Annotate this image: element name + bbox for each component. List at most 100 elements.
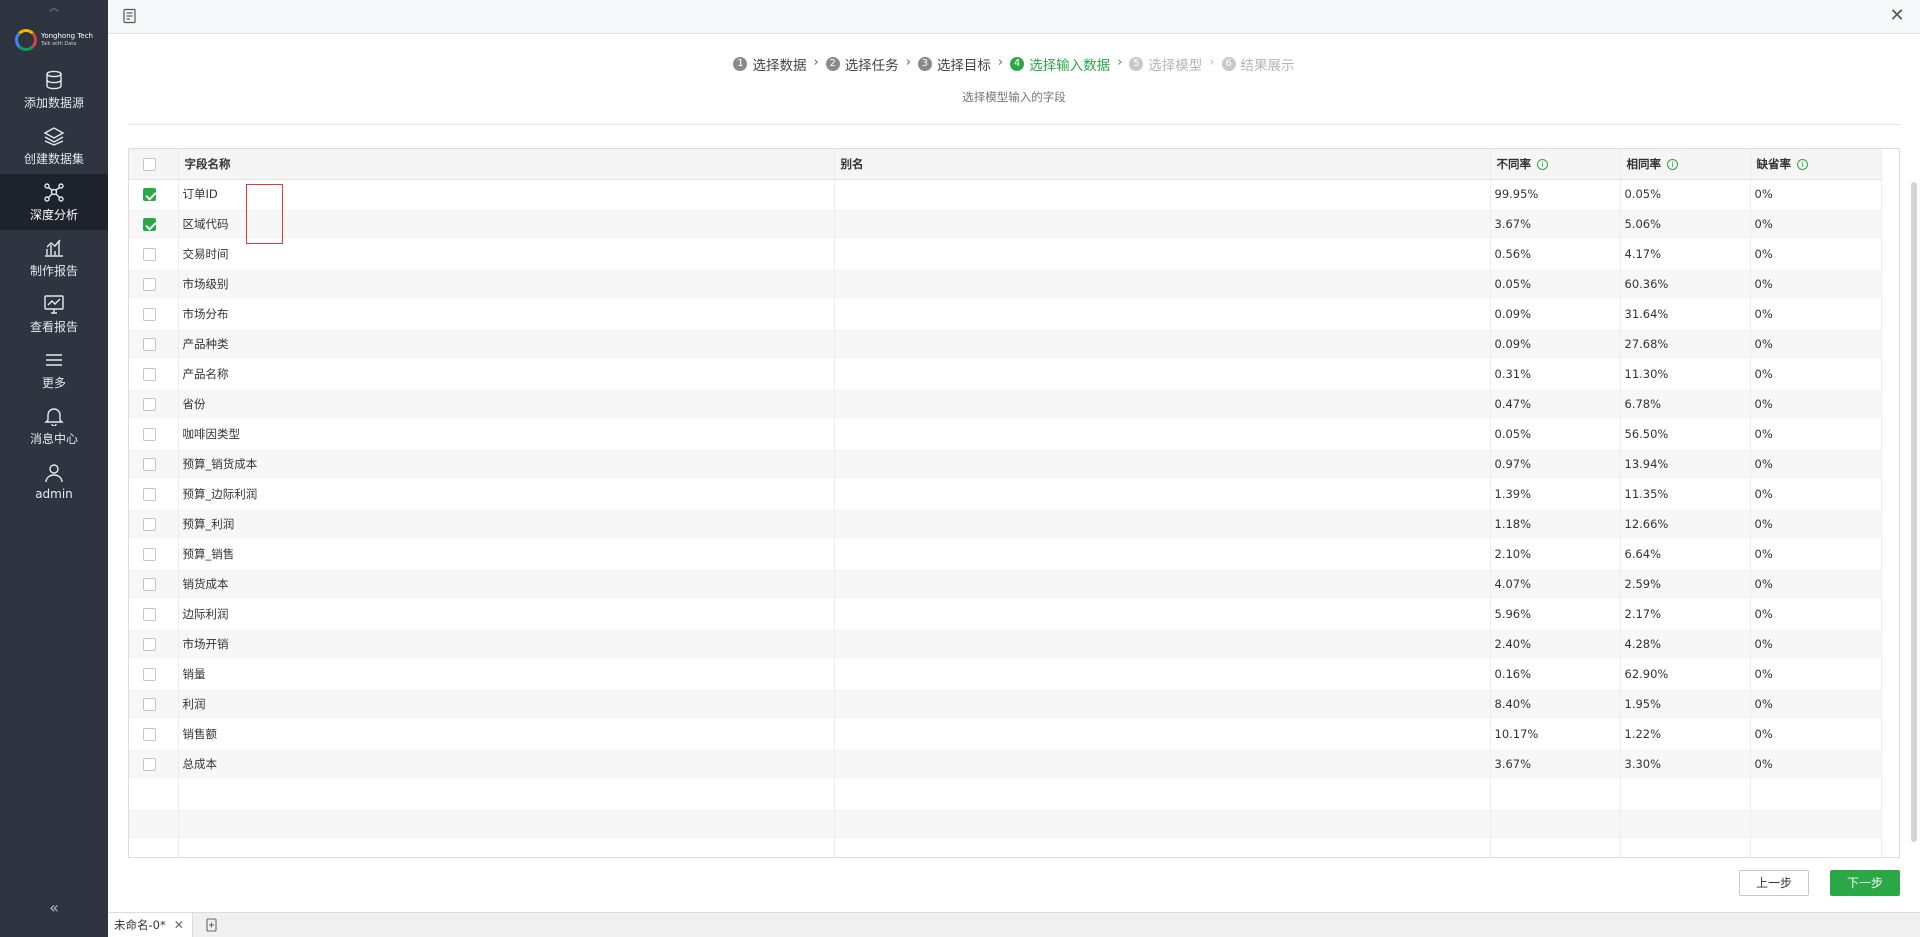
alias-cell[interactable]	[834, 329, 1491, 359]
document-icon[interactable]	[122, 8, 138, 24]
alias-cell[interactable]	[834, 629, 1491, 659]
alias-cell[interactable]	[834, 179, 1491, 209]
row-checkbox[interactable]	[143, 338, 156, 351]
info-icon[interactable]: i	[1797, 158, 1808, 170]
row-checkbox[interactable]	[143, 218, 156, 231]
table-row[interactable]: 预算_销售 2.10% 6.64% 0%	[129, 539, 1882, 569]
row-checkbox-cell[interactable]	[129, 449, 179, 479]
table-row[interactable]: 市场分布 0.09% 31.64% 0%	[129, 299, 1882, 329]
alias-cell[interactable]	[834, 419, 1491, 449]
table-row[interactable]: 市场开销 2.40% 4.28% 0%	[129, 629, 1882, 659]
alias-cell[interactable]	[834, 239, 1491, 269]
sidebar-item-4[interactable]: 查看报告	[0, 286, 108, 342]
row-checkbox-cell[interactable]	[129, 269, 179, 299]
row-checkbox[interactable]	[143, 278, 156, 291]
row-checkbox[interactable]	[143, 308, 156, 321]
table-row[interactable]: 总成本 3.67% 3.30% 0%	[129, 749, 1882, 779]
row-checkbox-cell[interactable]	[129, 659, 179, 689]
row-checkbox[interactable]	[143, 368, 156, 381]
row-checkbox[interactable]	[143, 668, 156, 681]
alias-cell[interactable]	[834, 569, 1491, 599]
row-checkbox-cell[interactable]	[129, 329, 179, 359]
sidebar-item-7[interactable]: admin	[0, 454, 108, 510]
table-row[interactable]: 咖啡因类型 0.05% 56.50% 0%	[129, 419, 1882, 449]
alias-cell[interactable]	[834, 749, 1491, 779]
sidebar-collapse-icon[interactable]: «	[0, 898, 108, 917]
sidebar-item-0[interactable]: 添加数据源	[0, 62, 108, 118]
table-row[interactable]: 预算_销货成本 0.97% 13.94% 0%	[129, 449, 1882, 479]
row-checkbox-cell[interactable]	[129, 179, 179, 209]
table-row[interactable]: 订单ID 99.95% 0.05% 0%	[129, 179, 1882, 209]
row-checkbox[interactable]	[143, 698, 156, 711]
row-checkbox-cell[interactable]	[129, 479, 179, 509]
document-tab[interactable]: 未命名-0* ✕	[108, 913, 193, 937]
step-5[interactable]: 5 选择模型	[1129, 54, 1202, 74]
row-checkbox[interactable]	[143, 428, 156, 441]
table-row[interactable]: 产品名称 0.31% 11.30% 0%	[129, 359, 1882, 389]
row-checkbox[interactable]	[143, 638, 156, 651]
step-2[interactable]: 2 选择任务	[825, 54, 899, 74]
row-checkbox[interactable]	[143, 608, 156, 621]
row-checkbox[interactable]	[143, 578, 156, 591]
row-checkbox-cell[interactable]	[129, 719, 179, 749]
row-checkbox[interactable]	[143, 188, 156, 202]
table-row[interactable]: 市场级别 0.05% 60.36% 0%	[129, 269, 1882, 299]
row-checkbox-cell[interactable]	[129, 689, 179, 719]
row-checkbox-cell[interactable]	[129, 569, 179, 599]
prev-step-button[interactable]: 上一步	[1739, 870, 1809, 896]
alias-cell[interactable]	[834, 659, 1491, 689]
close-button[interactable]: ✕	[1888, 7, 1906, 25]
select-all-cell[interactable]	[129, 149, 179, 180]
info-icon[interactable]: i	[1667, 158, 1678, 170]
sidebar-item-5[interactable]: 更多	[0, 342, 108, 398]
step-3[interactable]: 3 选择目标	[917, 54, 991, 74]
row-checkbox-cell[interactable]	[129, 599, 179, 629]
alias-cell[interactable]	[834, 479, 1491, 509]
table-row[interactable]: 销售额 10.17% 1.22% 0%	[129, 719, 1882, 749]
alias-cell[interactable]	[834, 719, 1491, 749]
row-checkbox[interactable]	[143, 548, 156, 561]
row-checkbox-cell[interactable]	[129, 419, 179, 449]
row-checkbox-cell[interactable]	[129, 239, 179, 269]
sidebar-item-2[interactable]: 深度分析	[0, 174, 108, 230]
step-1[interactable]: 1 选择数据	[733, 54, 806, 74]
alias-cell[interactable]	[834, 539, 1491, 569]
row-checkbox-cell[interactable]	[129, 509, 179, 539]
row-checkbox[interactable]	[143, 758, 156, 771]
row-checkbox-cell[interactable]	[129, 389, 179, 419]
sidebar-item-3[interactable]: 制作报告	[0, 230, 108, 286]
row-checkbox-cell[interactable]	[129, 299, 179, 329]
table-row[interactable]: 利润 8.40% 1.95% 0%	[129, 689, 1882, 719]
row-checkbox-cell[interactable]	[129, 539, 179, 569]
row-checkbox[interactable]	[143, 398, 156, 411]
row-checkbox-cell[interactable]	[129, 359, 179, 389]
row-checkbox[interactable]	[143, 458, 156, 471]
alias-cell[interactable]	[834, 209, 1491, 239]
sidebar-item-6[interactable]: 消息中心	[0, 398, 108, 454]
info-icon[interactable]: i	[1537, 158, 1548, 170]
table-row[interactable]: 预算_边际利润 1.39% 11.35% 0%	[129, 479, 1882, 509]
alias-cell[interactable]	[834, 509, 1491, 539]
table-row[interactable]: 省份 0.47% 6.78% 0%	[129, 389, 1882, 419]
step-4[interactable]: 4 选择输入数据	[1010, 54, 1110, 74]
row-checkbox[interactable]	[143, 248, 156, 261]
row-checkbox[interactable]	[143, 488, 156, 501]
table-row[interactable]: 销量 0.16% 62.90% 0%	[129, 659, 1882, 689]
alias-cell[interactable]	[834, 599, 1491, 629]
table-row[interactable]: 预算_利润 1.18% 12.66% 0%	[129, 509, 1882, 539]
step-6[interactable]: 6 结果展示	[1221, 54, 1295, 74]
next-step-button[interactable]: 下一步	[1830, 870, 1900, 896]
row-checkbox-cell[interactable]	[129, 749, 179, 779]
new-tab-icon[interactable]	[201, 914, 223, 936]
alias-cell[interactable]	[834, 449, 1491, 479]
alias-cell[interactable]	[834, 389, 1491, 419]
alias-cell[interactable]	[834, 299, 1491, 329]
sidebar-scroll-up-icon[interactable]: ︿	[0, 0, 108, 14]
alias-cell[interactable]	[834, 359, 1491, 389]
table-scrollbar[interactable]	[1911, 182, 1917, 842]
table-row[interactable]: 产品种类 0.09% 27.68% 0%	[129, 329, 1882, 359]
table-row[interactable]: 边际利润 5.96% 2.17% 0%	[129, 599, 1882, 629]
row-checkbox[interactable]	[143, 518, 156, 531]
row-checkbox-cell[interactable]	[129, 209, 179, 239]
alias-cell[interactable]	[834, 689, 1491, 719]
